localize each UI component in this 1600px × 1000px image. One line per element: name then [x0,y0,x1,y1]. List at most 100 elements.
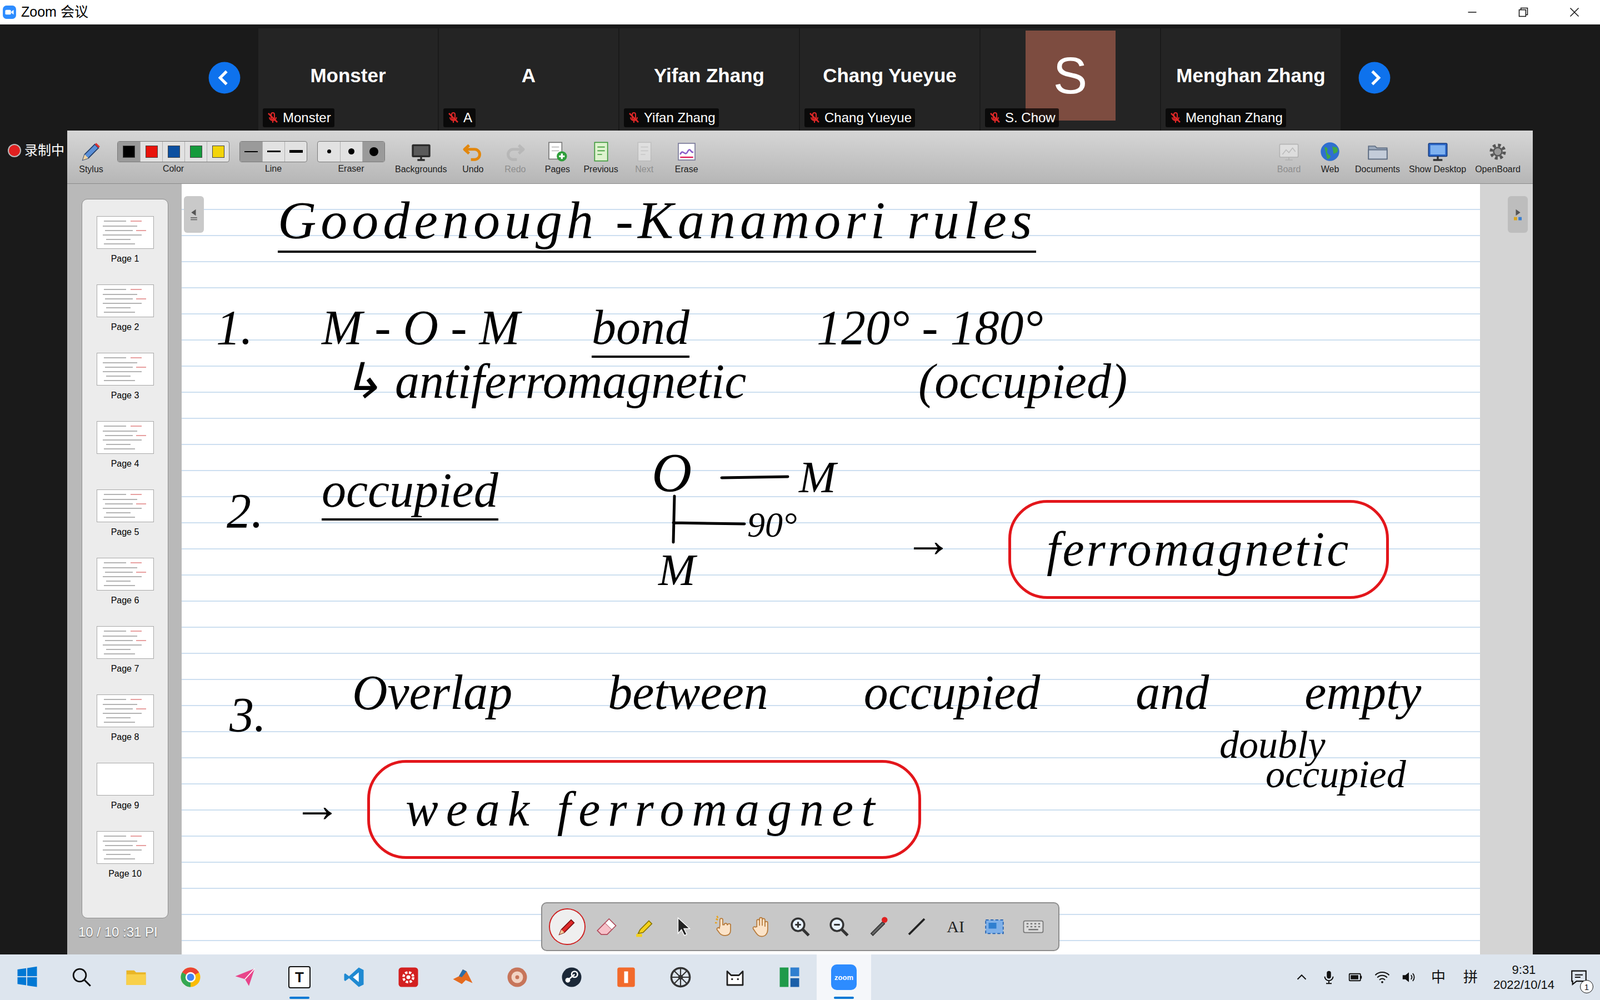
color-option[interactable] [140,141,163,162]
previous-participants-button[interactable] [0,24,259,131]
erase-button[interactable]: Erase [670,130,703,184]
battery-button[interactable] [1342,954,1369,1000]
board-canvas[interactable]: Goodenough -Kanamori rules1.M - O - Mbon… [181,183,1480,955]
page-item[interactable]: Page 2 [96,284,154,353]
clock-date: 2022/10/14 [1493,977,1555,993]
taskbar-app[interactable] [54,954,109,1000]
page-item[interactable]: Page 3 [96,352,154,422]
line-option[interactable] [240,141,263,162]
color-option[interactable] [117,141,140,162]
pages-panel: Page 1Page 2Page 3Page 4Page 5Page 6Page… [67,183,182,955]
clock[interactable]: 9:312022/10/14 [1486,954,1562,1000]
documents-button[interactable]: Documents [1355,130,1400,184]
tool-button[interactable] [588,909,624,944]
taskbar-app[interactable] [163,954,218,1000]
page-item[interactable]: Page 4 [96,421,154,490]
minimize-button[interactable] [1446,0,1498,25]
line-option[interactable] [284,141,307,162]
taskbar-app[interactable]: T [272,954,327,1000]
tool-button[interactable] [666,909,702,944]
participant-tile[interactable]: MonsterMonster [258,28,438,131]
page-item[interactable]: Page 6 [96,557,154,627]
participant-label-text: A [463,109,473,127]
taskbar-app[interactable] [217,954,273,1000]
close-button[interactable] [1548,0,1600,25]
color-option[interactable] [184,141,207,162]
pages-button[interactable]: Pages [541,130,574,184]
erase-icon [675,140,698,163]
participant-tile[interactable]: SS. Chow [980,28,1160,131]
show-desktop-button[interactable]: Show Desktop [1408,130,1467,184]
tool-button[interactable] [899,909,934,944]
participant-tile[interactable]: Menghan ZhangMenghan Zhang [1161,28,1341,131]
handwritten-note: 90° [747,507,798,543]
page-item[interactable]: Page 7 [96,626,154,695]
collapse-pages-tab[interactable] [183,196,204,233]
web-label: Web [1321,165,1340,174]
openboard-button[interactable]: OpenBoard [1475,130,1521,184]
tool-button[interactable] [744,909,779,944]
stylus-button[interactable]: Stylus [75,130,108,184]
participant-tile[interactable]: Yifan ZhangYifan Zhang [619,28,799,131]
page-thumbnail [96,626,154,659]
wifi-button[interactable] [1368,954,1396,1000]
page-label: Page 5 [111,527,140,537]
page-item[interactable]: Page 10 [96,831,154,900]
right-margin [1532,130,1600,955]
taskbar-app[interactable] [381,954,436,1000]
show-hidden-icons-button[interactable] [1287,954,1316,1000]
previous-button[interactable]: Previous [583,130,618,184]
input-method-button[interactable]: 拼 [1454,954,1487,1000]
notifications-button[interactable]: 1 [1561,954,1597,1000]
color-option[interactable] [162,141,185,162]
taskbar-app[interactable]: zoom [816,954,872,1000]
taskbar-app[interactable] [653,954,708,1000]
taskbar-app[interactable] [435,954,490,1000]
tool-button[interactable] [977,909,1012,944]
handwritten-note: ↳ antiferromagnetic [341,357,747,407]
tool-button[interactable] [821,909,857,944]
collapse-library-tab[interactable] [1507,196,1528,233]
color-option[interactable] [206,141,229,162]
undo-button[interactable]: Undo [456,130,489,184]
tool-button[interactable] [1016,909,1051,944]
floating-toolbar: AI [541,902,1060,952]
next-participants-button[interactable] [1340,24,1392,131]
typora-glyph: T [295,970,304,985]
zoom-icon: zoom [831,964,857,990]
web-button[interactable]: Web [1313,130,1347,184]
eraser-option[interactable] [340,141,363,162]
taskbar-app[interactable] [108,954,164,1000]
volume-button[interactable] [1395,954,1423,1000]
page-item[interactable]: Page 5 [96,489,154,558]
restore-button[interactable] [1497,0,1549,25]
eraser-option[interactable] [317,141,340,162]
page-item[interactable]: Page 8 [96,694,154,763]
participant-label-text: Chang Yueyue [824,109,912,127]
line-option[interactable] [262,141,285,162]
tool-button[interactable] [782,909,818,944]
taskbar-app[interactable] [544,954,599,1000]
taskbar-app[interactable] [326,954,382,1000]
participant-tile[interactable]: AA [438,28,619,131]
page-thumbnail [96,284,154,318]
tool-button[interactable] [705,909,740,944]
microphone-button[interactable] [1315,954,1343,1000]
taskbar-app[interactable] [598,954,654,1000]
taskbar-app[interactable] [490,954,545,1000]
taskbar-app[interactable] [762,954,817,1000]
input-method-button[interactable]: 中 [1422,954,1455,1000]
taskbar-app[interactable] [707,954,763,1000]
backgrounds-button[interactable]: Backgrounds [395,130,447,184]
page-item[interactable]: Page 1 [96,216,154,285]
tool-button[interactable] [860,909,895,944]
text-tool-icon: AI [946,918,965,935]
window-controls [1446,0,1600,25]
page-item[interactable]: Page 9 [96,762,154,832]
eraser-option[interactable] [362,141,385,162]
taskbar-app[interactable] [0,954,55,1000]
tool-button[interactable]: AI [938,909,973,944]
tool-button[interactable] [627,909,663,944]
participant-tile[interactable]: Chang YueyueChang Yueyue [800,28,980,131]
tool-button[interactable] [550,909,585,944]
